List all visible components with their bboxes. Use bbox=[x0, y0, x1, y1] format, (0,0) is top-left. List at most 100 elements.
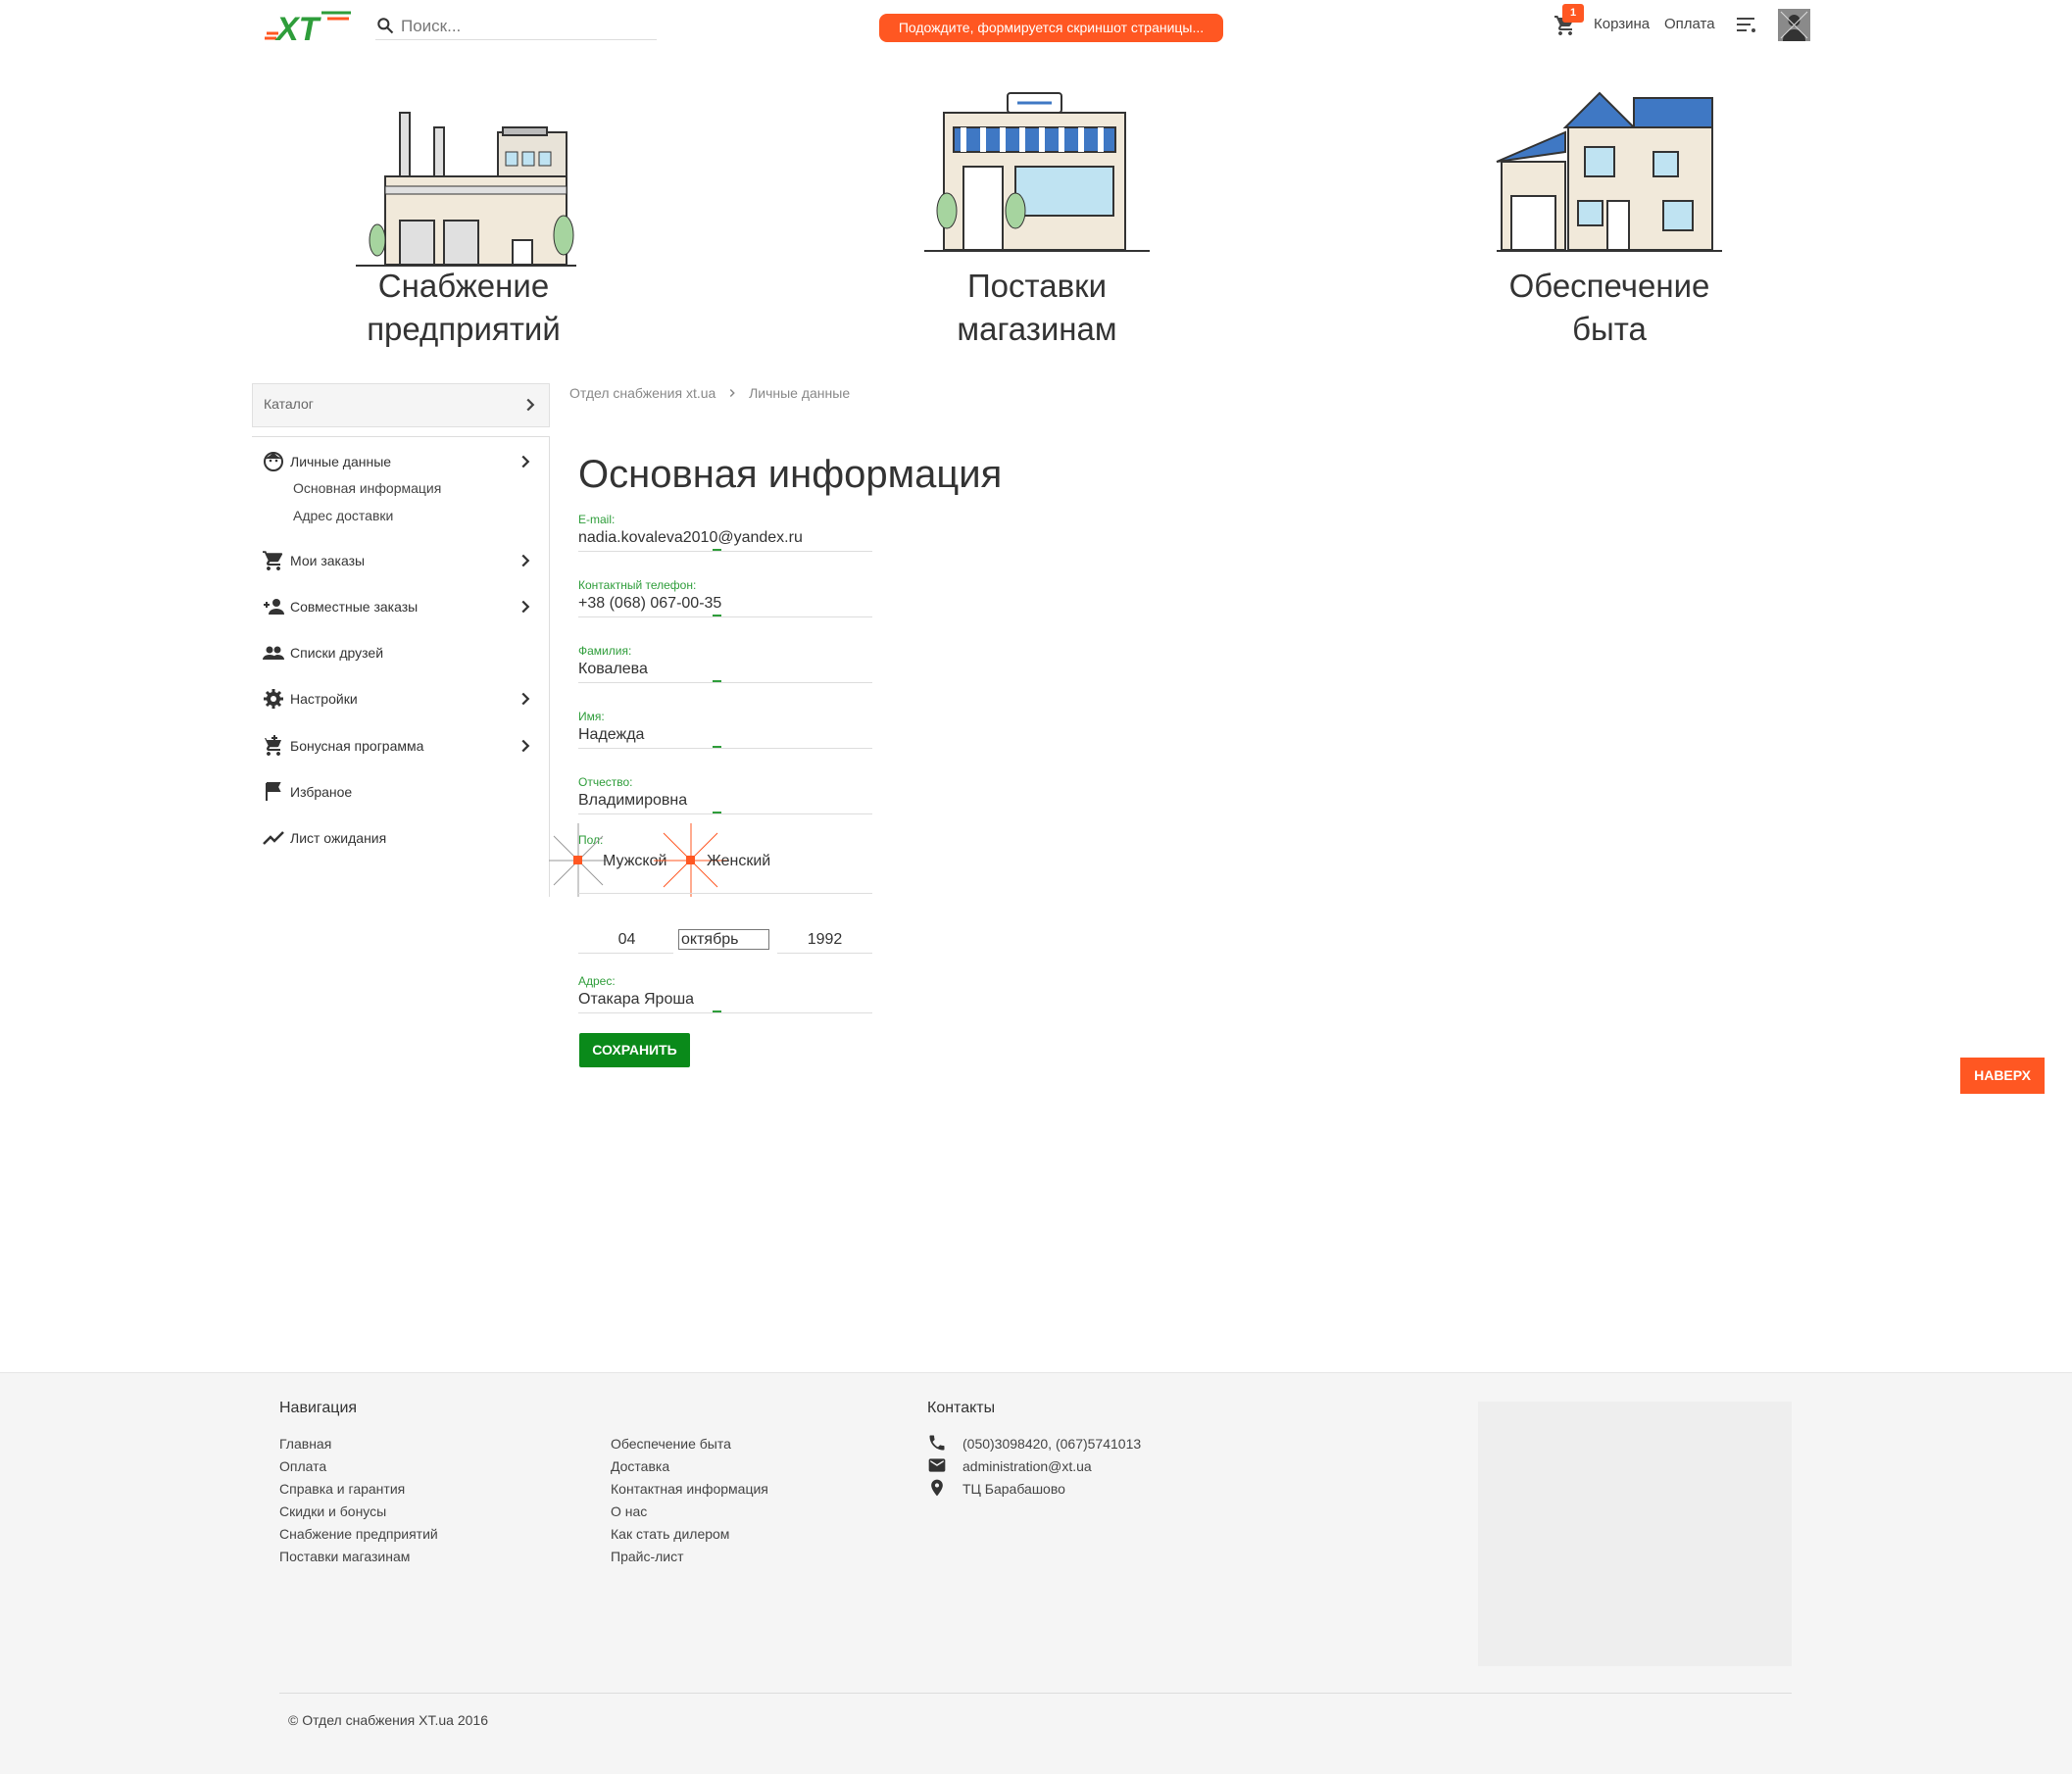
catalog-label: Каталог bbox=[264, 396, 314, 412]
footer-link[interactable]: Обеспечение быта bbox=[611, 1436, 731, 1452]
chevron-right-icon bbox=[521, 600, 530, 614]
sidebar-item-favorites[interactable]: Избраное bbox=[252, 777, 550, 807]
category-enterprise-title[interactable]: Снабжение предприятий bbox=[346, 265, 581, 351]
cart-count-badge: 1 bbox=[1562, 4, 1584, 23]
screenshot-notice: Подождите, формируется скриншот страницы… bbox=[879, 14, 1223, 42]
sidebar-item-label: Бонусная программа bbox=[290, 738, 424, 754]
save-button[interactable]: СОХРАНИТЬ bbox=[579, 1033, 690, 1067]
middlename-field[interactable]: Владимировна bbox=[578, 792, 687, 810]
catalog-dropdown[interactable]: Каталог bbox=[252, 383, 550, 427]
birth-month-select[interactable]: октябрь bbox=[678, 929, 769, 950]
footer-phone[interactable]: (050)3098420, (067)5741013 bbox=[962, 1436, 1141, 1452]
account-menu: Личные данные Основная информация Адрес … bbox=[252, 436, 550, 897]
footer-nav-heading: Навигация bbox=[279, 1400, 358, 1416]
firstname-field[interactable]: Надежда bbox=[578, 726, 644, 744]
sidebar-subitem-basic-info[interactable]: Основная информация bbox=[293, 480, 441, 496]
email-field[interactable]: nadia.kovaleva2010@yandex.ru bbox=[578, 529, 803, 547]
search-input[interactable]: Поиск... bbox=[375, 16, 657, 40]
field-underline bbox=[578, 682, 872, 683]
category-title-line: Обеспечение bbox=[1508, 268, 1710, 304]
birth-day-field[interactable]: 04 bbox=[578, 931, 675, 949]
lastname-field[interactable]: Ковалева bbox=[578, 661, 648, 678]
footer-link[interactable]: Главная bbox=[279, 1436, 331, 1452]
breadcrumb-home[interactable]: Отдел снабжения xt.ua bbox=[569, 385, 715, 401]
footer-link[interactable]: О нас bbox=[611, 1503, 647, 1519]
logo[interactable]: XT bbox=[263, 7, 355, 48]
sidebar-item-my-orders[interactable]: Мои заказы bbox=[252, 546, 550, 575]
sidebar-item-bonus-program[interactable]: Бонусная программа bbox=[252, 731, 550, 761]
page-title: Основная информация bbox=[578, 453, 1003, 496]
category-home[interactable] bbox=[1492, 88, 1727, 260]
user-avatar[interactable] bbox=[1778, 9, 1810, 41]
gender-male-radio[interactable] bbox=[549, 823, 608, 897]
footer-link[interactable]: Справка и гарантия bbox=[279, 1481, 405, 1497]
field-underline bbox=[578, 748, 872, 749]
lastname-label: Фамилия: bbox=[578, 644, 632, 658]
field-underline bbox=[777, 953, 872, 954]
search-placeholder: Поиск... bbox=[401, 17, 462, 35]
payment-link[interactable]: Оплата bbox=[1664, 16, 1715, 32]
chevron-right-icon bbox=[521, 554, 530, 567]
footer-link[interactable]: Доставка bbox=[611, 1458, 669, 1474]
mail-icon bbox=[928, 1458, 946, 1472]
middlename-label: Отчество: bbox=[578, 775, 633, 789]
sidebar-item-label: Избраное bbox=[290, 784, 353, 800]
footer-location: ТЦ Барабашово bbox=[962, 1481, 1065, 1497]
birth-year-field[interactable]: 1992 bbox=[777, 931, 872, 949]
footer-contacts-heading: Контакты bbox=[927, 1400, 996, 1416]
people-icon bbox=[263, 646, 284, 660]
filter-menu-icon[interactable] bbox=[1735, 16, 1756, 33]
footer-divider bbox=[279, 1693, 1792, 1694]
chevron-right-icon bbox=[729, 388, 735, 398]
breadcrumb: Отдел снабжения xt.ua Личные данные bbox=[569, 385, 850, 401]
sidebar-item-personal-data[interactable]: Личные данные bbox=[252, 447, 550, 476]
footer-link[interactable]: Поставки магазинам bbox=[279, 1549, 410, 1564]
phone-label: Контактный телефон: bbox=[578, 578, 697, 592]
sidebar-item-label: Лист ожидания bbox=[290, 830, 387, 846]
cart-icon bbox=[263, 551, 283, 570]
sidebar-item-friend-lists[interactable]: Списки друзей bbox=[252, 638, 550, 667]
category-enterprise[interactable] bbox=[346, 103, 581, 274]
category-shops[interactable] bbox=[919, 88, 1155, 260]
category-shops-title[interactable]: Поставки магазинам bbox=[919, 265, 1155, 351]
sidebar-item-wait-list[interactable]: Лист ожидания bbox=[252, 823, 550, 853]
footer-link[interactable]: Контактная информация bbox=[611, 1481, 768, 1497]
footer-link[interactable]: Прайс-лист bbox=[611, 1549, 684, 1564]
footer-link[interactable]: Оплата bbox=[279, 1458, 326, 1474]
location-pin-icon bbox=[931, 1479, 943, 1497]
category-home-title[interactable]: Обеспечение быта bbox=[1492, 265, 1727, 351]
add-cart-icon bbox=[263, 735, 281, 756]
flag-icon bbox=[266, 782, 281, 801]
sidebar-item-label: Личные данные bbox=[290, 454, 392, 469]
breadcrumb-current: Личные данные bbox=[749, 385, 851, 401]
back-to-top-button[interactable]: НАВЕРХ bbox=[1960, 1058, 2045, 1094]
cart-link[interactable]: Корзина bbox=[1594, 16, 1650, 32]
sidebar-subitem-delivery-address[interactable]: Адрес доставки bbox=[293, 508, 393, 523]
factory-icon bbox=[356, 112, 576, 267]
category-title-line: быта bbox=[1572, 311, 1647, 347]
footer-link[interactable]: Как стать дилером bbox=[611, 1526, 729, 1542]
phone-icon bbox=[929, 1435, 945, 1451]
category-title-line: предприятий bbox=[367, 311, 561, 347]
footer-email[interactable]: administration@xt.ua bbox=[962, 1458, 1092, 1474]
field-underline bbox=[578, 893, 872, 894]
sidebar-item-joint-orders[interactable]: Совместные заказы bbox=[252, 592, 550, 621]
copyright: © Отдел снабжения XT.ua 2016 bbox=[288, 1712, 488, 1728]
face-icon bbox=[264, 452, 283, 471]
store-icon bbox=[924, 92, 1150, 252]
phone-field[interactable]: +38 (068) 067-00-35 bbox=[578, 595, 721, 613]
footer-link[interactable]: Скидки и бонусы bbox=[279, 1503, 386, 1519]
chevron-right-icon bbox=[521, 739, 530, 753]
chevron-right-icon bbox=[521, 455, 530, 468]
footer-map[interactable] bbox=[1478, 1402, 1792, 1666]
address-field[interactable]: Отакара Яроша bbox=[578, 991, 694, 1009]
field-underline bbox=[578, 551, 872, 552]
footer-link[interactable]: Снабжение предприятий bbox=[279, 1526, 438, 1542]
chevron-right-icon bbox=[526, 398, 535, 412]
sidebar-item-settings[interactable]: Настройки bbox=[252, 684, 550, 714]
gear-icon bbox=[264, 689, 283, 709]
sidebar-item-label: Настройки bbox=[290, 691, 358, 707]
person-add-icon bbox=[264, 599, 284, 615]
sidebar-item-label: Списки друзей bbox=[290, 645, 384, 661]
category-title-line: Снабжение bbox=[377, 268, 550, 304]
